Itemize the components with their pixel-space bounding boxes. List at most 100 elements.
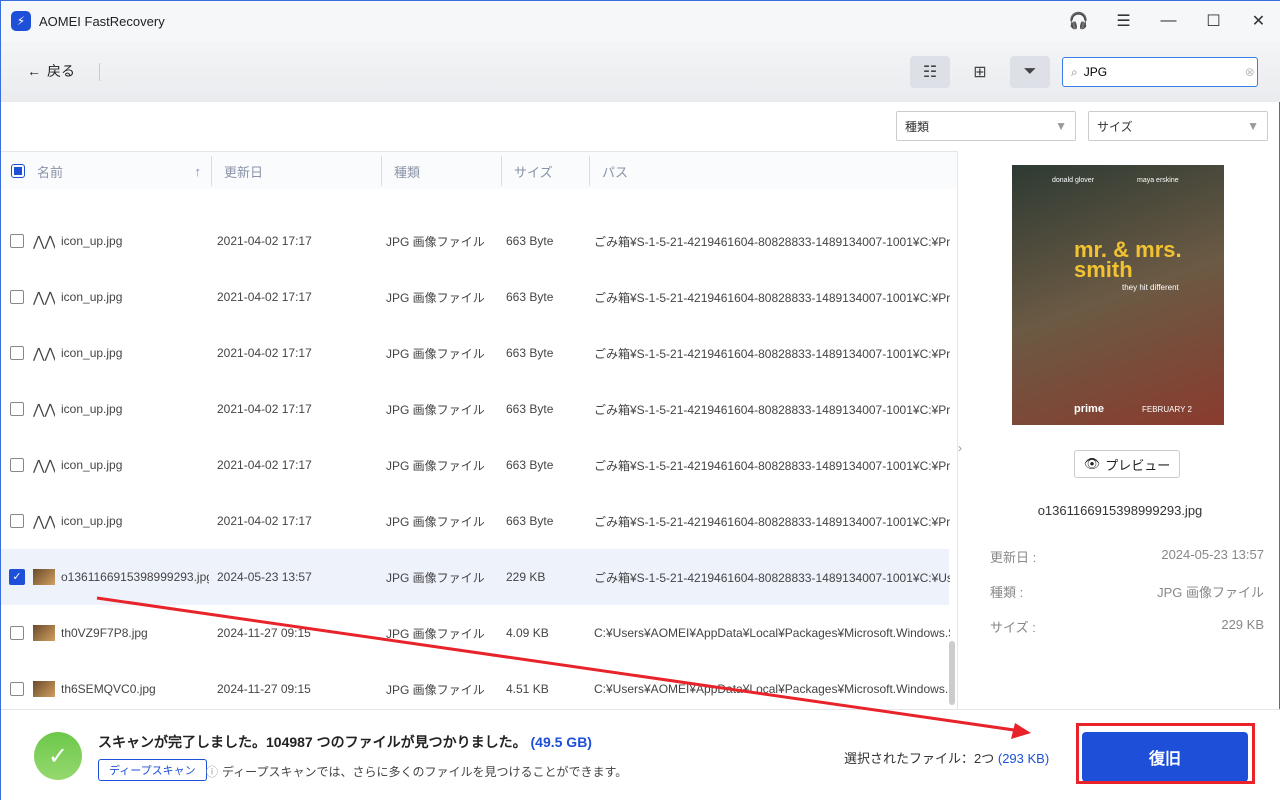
row-checkbox[interactable] <box>10 290 24 304</box>
file-type: JPG 画像ファイル <box>386 514 485 529</box>
file-name: th0VZ9F7P8.jpg <box>61 626 148 640</box>
column-size[interactable]: サイズ <box>501 156 589 186</box>
poster-text: donald glover <box>1052 177 1095 184</box>
table-row[interactable]: ⋀⋀ icon_up.jpg 2021-04-02 17:17 JPG 画像ファイ… <box>1 269 950 325</box>
file-thumbnail <box>33 681 55 697</box>
grid-view-button[interactable]: ⊞ <box>960 56 1000 88</box>
clear-icon[interactable]: ⊗ <box>1245 65 1255 79</box>
file-name: icon_up.jpg <box>61 346 123 360</box>
file-size: 4.51 KB <box>506 682 549 696</box>
file-name: th6SEMQVC0.jpg <box>61 682 156 696</box>
scan-complete-message: スキャンが完了しました。104987 つのファイルが見つかりました。 (49.5… <box>98 732 592 752</box>
file-path: ごみ箱¥S-1-5-21-4219461604-80828833-1489134… <box>594 346 950 361</box>
detail-type: 種類 : JPG 画像ファイル <box>990 582 1264 601</box>
table-row[interactable]: ⋀⋀ icon_up.jpg 2021-04-02 17:17 JPG 画像ファイ… <box>1 437 950 493</box>
preview-label: プレビュー <box>1105 457 1171 473</box>
file-size: 663 Byte <box>506 290 554 304</box>
file-thumbnail-icon: ⋀⋀ <box>33 513 55 529</box>
file-list: ⋀⋀ icon_up.jpg 2021-04-02 17:17 JPG 画像ファイ… <box>1 189 957 709</box>
row-checkbox[interactable] <box>10 458 24 472</box>
search-icon: ⌕ <box>1071 64 1078 79</box>
check-circle-icon: ✓ <box>34 732 82 780</box>
row-checkbox[interactable] <box>10 626 24 640</box>
row-checkbox[interactable] <box>10 682 24 696</box>
file-type: JPG 画像ファイル <box>386 682 485 697</box>
app-title: AOMEI FastRecovery <box>39 13 165 29</box>
detail-size: サイズ : 229 KB <box>990 617 1264 636</box>
detail-date: 更新日 : 2024-05-23 13:57 <box>990 547 1264 566</box>
select-all-checkbox[interactable] <box>11 164 25 178</box>
poster-text: FEBRUARY 2 <box>1142 405 1192 414</box>
collapse-chevron-icon[interactable]: › <box>958 441 962 455</box>
menu-icon[interactable]: ☰ <box>1101 1 1146 41</box>
search-box[interactable]: ⌕ ⊗ <box>1062 57 1258 87</box>
deep-scan-hint: ⓘ ディープスキャンでは、さらに多くのファイルを見つけることができます。 <box>206 763 627 780</box>
row-checkbox[interactable] <box>10 234 24 248</box>
type-filter-select[interactable]: 種類 ▼ <box>896 111 1076 141</box>
table-row[interactable]: ⋀⋀ icon_up.jpg 2021-04-02 17:17 JPG 画像ファイ… <box>1 493 950 549</box>
table-row[interactable] <box>1 189 949 213</box>
file-type: JPG 画像ファイル <box>386 234 485 249</box>
file-type: JPG 画像ファイル <box>386 290 485 305</box>
scrollbar[interactable] <box>949 641 955 705</box>
file-path: ごみ箱¥S-1-5-21-4219461604-80828833-1489134… <box>594 234 950 249</box>
file-name: icon_up.jpg <box>61 290 123 304</box>
file-date: 2024-05-23 13:57 <box>217 570 312 584</box>
poster-title: mr. & mrs. smith <box>1074 237 1182 282</box>
caret-down-icon: ▼ <box>1247 119 1259 133</box>
back-label: 戻る <box>47 63 75 79</box>
filter-button[interactable]: ⏷ <box>1010 56 1050 88</box>
preview-button[interactable]: 👁 プレビュー <box>1074 450 1180 478</box>
selected-size: (293 KB) <box>997 751 1050 766</box>
column-path-label: パス <box>602 164 629 180</box>
column-path[interactable]: パス <box>589 156 949 186</box>
table-row[interactable]: ⋀⋀ icon_up.jpg 2021-04-02 17:17 JPG 画像ファイ… <box>1 381 950 437</box>
file-path: ごみ箱¥S-1-5-21-4219461604-80828833-1489134… <box>594 402 950 417</box>
info-icon: ⓘ <box>206 765 219 779</box>
row-checkbox[interactable] <box>10 514 24 528</box>
poster-text: maya erskine <box>1137 177 1179 184</box>
column-name[interactable]: 名前 ↑ <box>25 156 211 186</box>
poster-text: prime <box>1074 403 1104 415</box>
size-filter-select[interactable]: サイズ ▼ <box>1088 111 1268 141</box>
row-checkbox[interactable]: ✓ <box>9 569 25 585</box>
file-path: ごみ箱¥S-1-5-21-4219461604-80828833-1489134… <box>594 514 950 529</box>
support-headset-icon[interactable]: 🎧 <box>1056 1 1101 41</box>
file-date: 2021-04-02 17:17 <box>217 458 312 472</box>
file-date: 2024-11-27 09:15 <box>217 626 311 640</box>
file-thumbnail-icon: ⋀⋀ <box>33 401 55 417</box>
table-row[interactable]: th0VZ9F7P8.jpg 2024-11-27 09:15 JPG 画像ファ… <box>1 605 950 661</box>
table-row[interactable]: ⋀⋀ icon_up.jpg 2021-04-02 17:17 JPG 画像ファイ… <box>1 213 950 269</box>
detail-value: JPG 画像ファイル <box>1157 585 1264 600</box>
divider <box>99 63 100 81</box>
row-checkbox[interactable] <box>10 402 24 416</box>
minimize-button[interactable]: — <box>1146 1 1191 41</box>
poster-text: they hit different <box>1122 283 1179 292</box>
file-size: 229 KB <box>506 570 546 584</box>
preview-image: donald glover maya erskine mr. & mrs. sm… <box>1012 165 1224 425</box>
deep-scan-button[interactable]: ディープスキャン <box>98 759 207 781</box>
detail-value: 229 KB <box>1221 617 1264 632</box>
list-view-button[interactable]: ☷ <box>910 56 950 88</box>
file-date: 2021-04-02 17:17 <box>217 346 312 360</box>
table-row[interactable]: ✓ o1361166915398999293.jpg 2024-05-23 13:… <box>1 549 950 605</box>
row-checkbox[interactable] <box>10 346 24 360</box>
app-logo-icon: ⚡ <box>11 11 31 31</box>
file-type: JPG 画像ファイル <box>386 570 485 585</box>
file-size: 663 Byte <box>506 346 554 360</box>
column-type[interactable]: 種類 <box>381 156 501 186</box>
table-row[interactable]: ⋀⋀ icon_up.jpg 2021-04-02 17:17 JPG 画像ファイ… <box>1 325 950 381</box>
table-row[interactable]: th6SEMQVC0.jpg 2024-11-27 09:15 JPG 画像ファ… <box>1 661 950 709</box>
maximize-button[interactable]: ☐ <box>1191 1 1236 41</box>
preview-filename: o1361166915398999293.jpg <box>1037 503 1203 518</box>
close-button[interactable]: ✕ <box>1236 1 1280 41</box>
search-input[interactable] <box>1083 65 1239 79</box>
back-button[interactable]: ← 戻る <box>27 61 75 81</box>
file-date: 2021-04-02 17:17 <box>217 234 312 248</box>
eye-icon: 👁 <box>1083 456 1101 471</box>
file-thumbnail-icon: ⋀⋀ <box>33 345 55 361</box>
file-path: ごみ箱¥S-1-5-21-4219461604-80828833-1489134… <box>594 570 950 585</box>
file-name: icon_up.jpg <box>61 458 123 472</box>
column-date[interactable]: 更新日 <box>211 156 381 186</box>
file-date: 2021-04-02 17:17 <box>217 290 312 304</box>
